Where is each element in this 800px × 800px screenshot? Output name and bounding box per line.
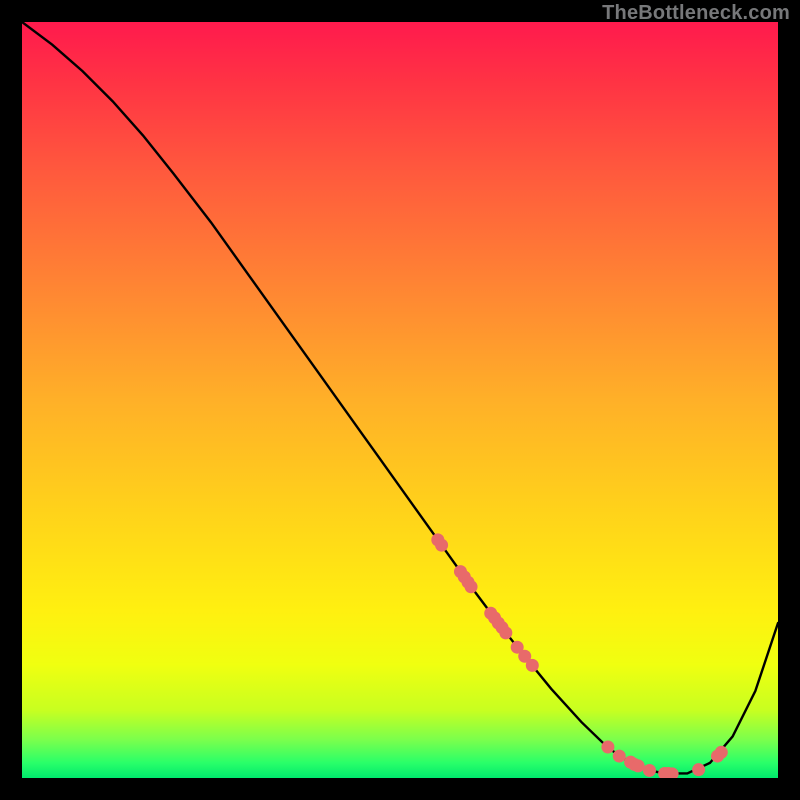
chart-background-gradient bbox=[22, 22, 778, 778]
chart-container: TheBottleneck.com bbox=[0, 0, 800, 800]
watermark-text: TheBottleneck.com bbox=[602, 2, 790, 25]
